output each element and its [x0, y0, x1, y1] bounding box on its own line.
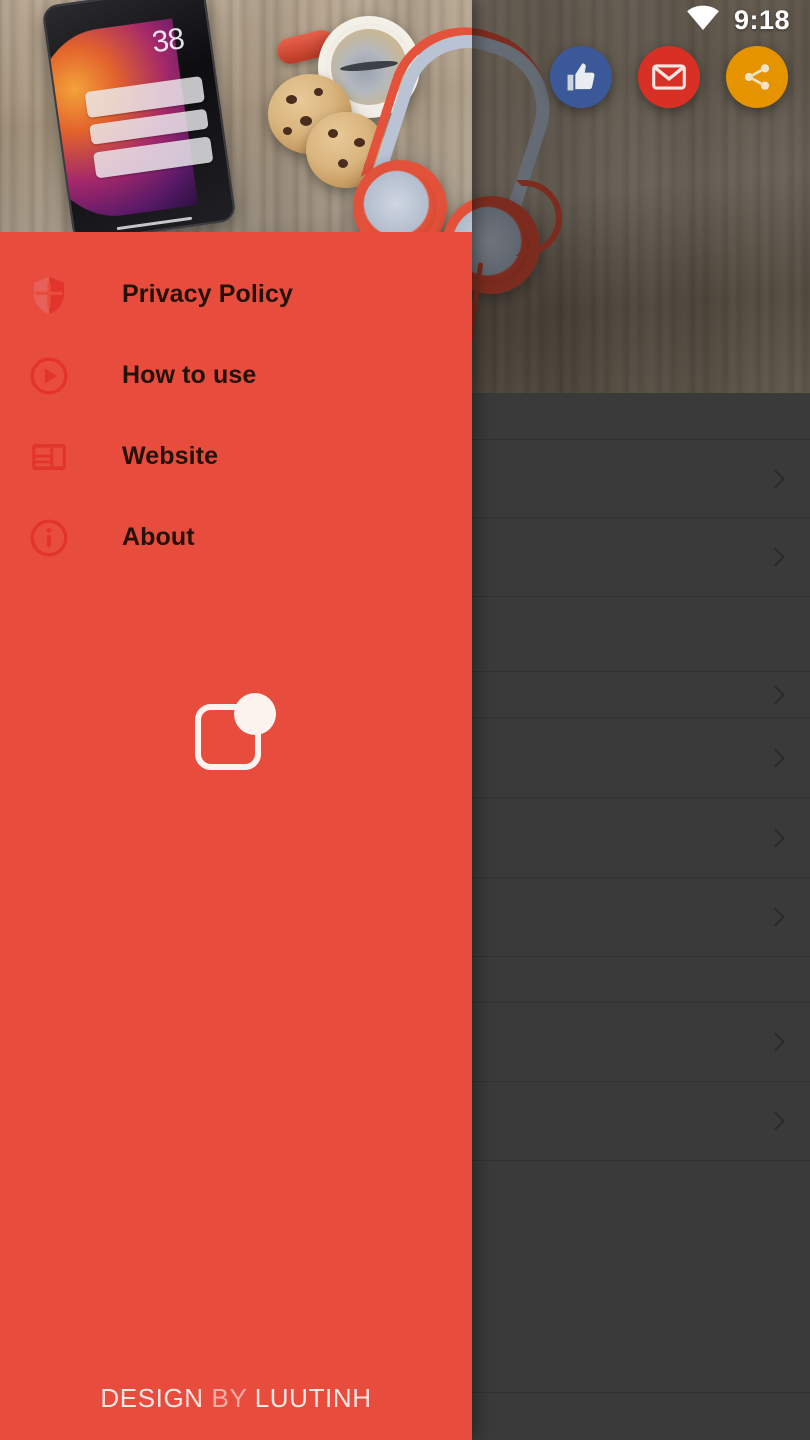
drawer-menu-item-label: Website	[122, 442, 219, 470]
web-layout-icon	[28, 436, 70, 478]
phone-lockscreen-time: 38	[150, 22, 186, 60]
credit-middle: BY	[211, 1383, 247, 1413]
coffee-crema-line	[339, 59, 399, 74]
drawer-menu-item-about[interactable]: About	[0, 497, 472, 578]
share-button[interactable]	[726, 46, 788, 108]
drawer-menu-item-how-to-use[interactable]: How to use	[0, 335, 472, 416]
drawer-menu-item-privacy-policy[interactable]: Privacy Policy	[0, 254, 472, 335]
info-circle-icon	[28, 517, 70, 559]
gmail-envelope-icon	[652, 63, 686, 91]
phone-photo-object: 38	[41, 0, 237, 232]
navigation-drawer[interactable]: 38 Privacy Policy How to use Website Abo…	[0, 0, 472, 1440]
gmail-button[interactable]	[638, 46, 700, 108]
wifi-icon	[686, 5, 720, 36]
shield-icon	[28, 274, 70, 316]
drawer-menu-item-label: Privacy Policy	[122, 280, 293, 308]
play-circle-icon	[28, 355, 70, 397]
thumbs-up-icon	[564, 60, 598, 94]
credit-suffix: LUUTINH	[254, 1383, 372, 1413]
app-logo	[0, 690, 472, 776]
drawer-menu-item-website[interactable]: Website	[0, 416, 472, 497]
share-nodes-icon	[741, 61, 773, 93]
drawer-menu-item-label: About	[122, 523, 195, 551]
credit-prefix: DESIGN	[100, 1383, 204, 1413]
drawer-menu-item-label: How to use	[122, 361, 257, 389]
design-credit: DESIGN BY LUUTINH	[0, 1383, 472, 1440]
facebook-like-button[interactable]	[550, 46, 612, 108]
status-bar-clock: 9:18	[733, 4, 790, 35]
floating-action-buttons	[550, 46, 788, 108]
drawer-menu-list: Privacy Policy How to use Website About	[0, 232, 472, 578]
app-screen: 38	[0, 0, 810, 1440]
phone-home-indicator	[116, 216, 193, 231]
drawer-header-image: 38	[0, 0, 472, 232]
